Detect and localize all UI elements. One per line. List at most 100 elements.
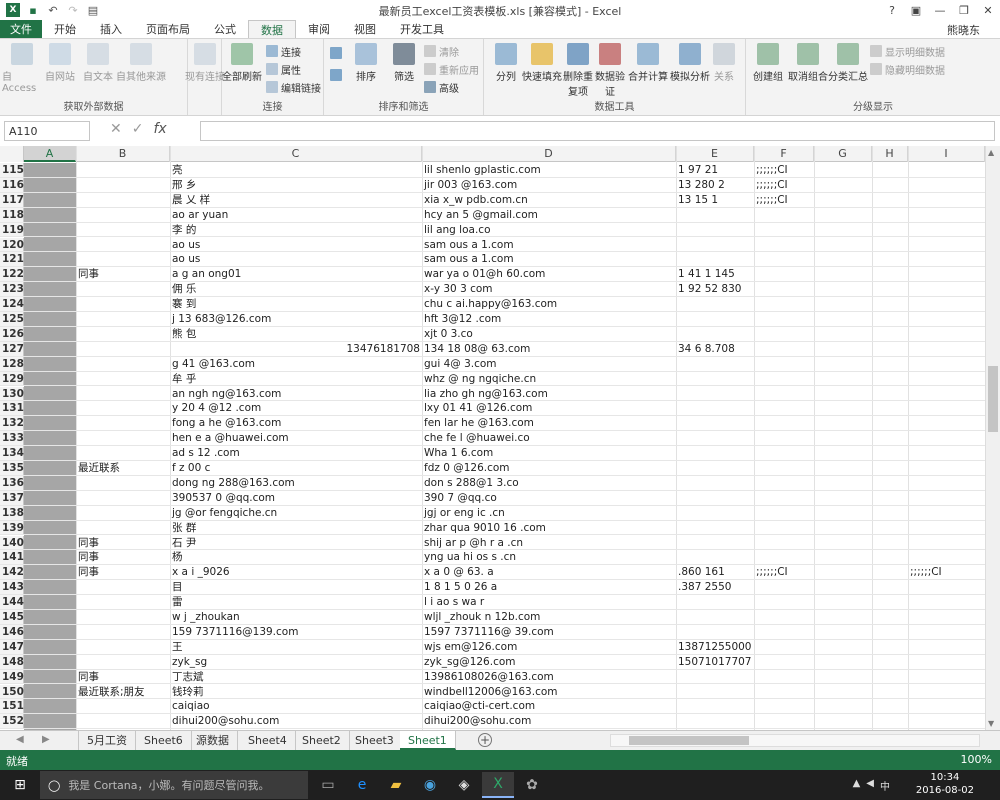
existing-connections-button[interactable]: 现有连接 [185,43,225,83]
cell-f[interactable] [754,372,814,386]
cell-b[interactable]: 同事 [76,565,170,579]
cell-i[interactable] [908,550,985,564]
cell-f[interactable] [754,625,814,639]
cell-d[interactable]: 390 7 @qq.co [422,491,676,505]
clear-button[interactable]: 清除 [424,43,459,59]
cell-e[interactable] [676,714,754,728]
cell-d[interactable]: x-y 30 3 com [422,282,676,296]
cell-d[interactable]: wljl _zhouk n 12b.com [422,610,676,624]
save-icon[interactable]: ▪ [26,3,40,17]
cell-e[interactable] [676,252,754,266]
cell-f[interactable] [754,491,814,505]
cell-f[interactable] [754,401,814,415]
cell-b[interactable] [76,208,170,222]
cell-c[interactable]: 159 7371116@139.com [170,625,422,639]
cell-e[interactable] [676,431,754,445]
scroll-down-icon[interactable]: ▼ [988,719,994,728]
cell-d[interactable]: che fe l @huawei.co [422,431,676,445]
connections-button[interactable]: 连接 [266,43,301,59]
cell-i[interactable] [908,297,985,311]
cell-e[interactable] [676,461,754,475]
tab-developer[interactable]: 开发工具 [388,20,456,38]
row-header[interactable]: 121 [0,252,24,267]
sheet-prev-icon[interactable]: ◀ [16,734,24,745]
add-sheet-button[interactable]: + [478,733,492,747]
cell-e[interactable] [676,416,754,430]
relationships-button[interactable]: 关系 [706,43,742,83]
from-access-button[interactable]: 自 Access [2,43,42,94]
cell-i[interactable] [908,416,985,430]
cell-b[interactable] [76,282,170,296]
cell-i[interactable] [908,252,985,266]
cell-f[interactable] [754,223,814,237]
cell-d[interactable]: lil ang loa.co [422,223,676,237]
cell-b[interactable] [76,655,170,669]
cell-i[interactable] [908,640,985,654]
column-header[interactable]: B [76,146,170,162]
row-header[interactable]: 135 [0,461,24,475]
customize-icon[interactable]: ▤ [86,3,100,17]
cell-b[interactable] [76,178,170,192]
row-header[interactable]: 145 [0,610,24,624]
cell-d[interactable]: yng ua hi os s .cn [422,550,676,564]
cell-c[interactable]: 晨 乂 样 [170,193,422,207]
sheet-tab-active[interactable]: Sheet1 [400,731,456,750]
select-all-button[interactable] [0,146,24,162]
cell-e[interactable] [676,312,754,326]
cell-i[interactable] [908,208,985,222]
cell-c[interactable]: ao ar yuan [170,208,422,222]
row-header[interactable]: 139 [0,520,24,535]
cell-d[interactable]: dihui200@sohu.com [422,714,676,728]
cell-i[interactable] [908,699,985,713]
row-header[interactable]: 144 [0,595,24,609]
cell-f[interactable] [754,342,814,356]
cell-e[interactable]: .387 2550 [676,580,754,594]
cell-e[interactable]: 1 41 1 145 [676,267,754,281]
cell-b[interactable] [76,580,170,594]
cell-f[interactable] [754,476,814,490]
cell-c[interactable]: 王 [170,640,422,654]
cell-c[interactable]: caiqiao [170,699,422,713]
cell-f[interactable] [754,312,814,326]
cell-e[interactable]: 1 97 21 [676,163,754,177]
cell-d[interactable]: caiqiao@cti-cert.com [422,699,676,713]
cell-c[interactable]: a g an ong01 [170,267,422,281]
row-header[interactable]: 146 [0,624,24,639]
cell-d[interactable]: hft 3@12 .com [422,312,676,326]
windows-start-icon[interactable]: ⊞ [0,770,40,800]
row-header[interactable]: 129 [0,371,24,386]
cell-i[interactable] [908,312,985,326]
scroll-up-icon[interactable]: ▲ [988,148,994,157]
cell-b[interactable] [76,372,170,386]
cell-e[interactable] [676,699,754,713]
cell-e[interactable] [676,476,754,490]
cell-i[interactable]: ;;;;;;CI [908,565,985,579]
sort-za-button[interactable] [330,67,342,83]
cell-c[interactable]: ao us [170,238,422,252]
cell-f[interactable] [754,550,814,564]
tab-formulas[interactable]: 公式 [202,20,248,38]
cell-i[interactable] [908,178,985,192]
cell-number[interactable]: 13476181708 [170,342,422,356]
cell-d[interactable]: lia zho gh ng@163.com [422,387,676,401]
cell-i[interactable] [908,595,985,609]
row-header[interactable]: 138 [0,505,24,520]
filter-button[interactable]: 筛选 [384,43,424,83]
cell-d[interactable]: gui 4@ 3.com [422,357,676,371]
from-text-button[interactable]: 自文本 [78,43,118,83]
cell-b[interactable] [76,297,170,311]
group-button[interactable]: 创建组 [748,43,788,83]
row-header[interactable]: 115 [0,163,24,177]
row-header[interactable]: 136 [0,475,24,490]
cell-i[interactable] [908,476,985,490]
cell-e[interactable] [676,536,754,550]
cell-d[interactable]: xia x_w pdb.com.cn [422,193,676,207]
column-header[interactable]: E [676,146,754,162]
cell-f[interactable] [754,297,814,311]
horizontal-scrollbar[interactable] [610,734,980,747]
remove-duplicates-button[interactable]: 删除重复项 [560,43,596,98]
cell-f[interactable] [754,252,814,266]
row-header[interactable]: 123 [0,282,24,297]
refresh-all-button[interactable]: 全部刷新 [222,43,262,83]
consolidate-button[interactable]: 合并计算 [626,43,670,83]
